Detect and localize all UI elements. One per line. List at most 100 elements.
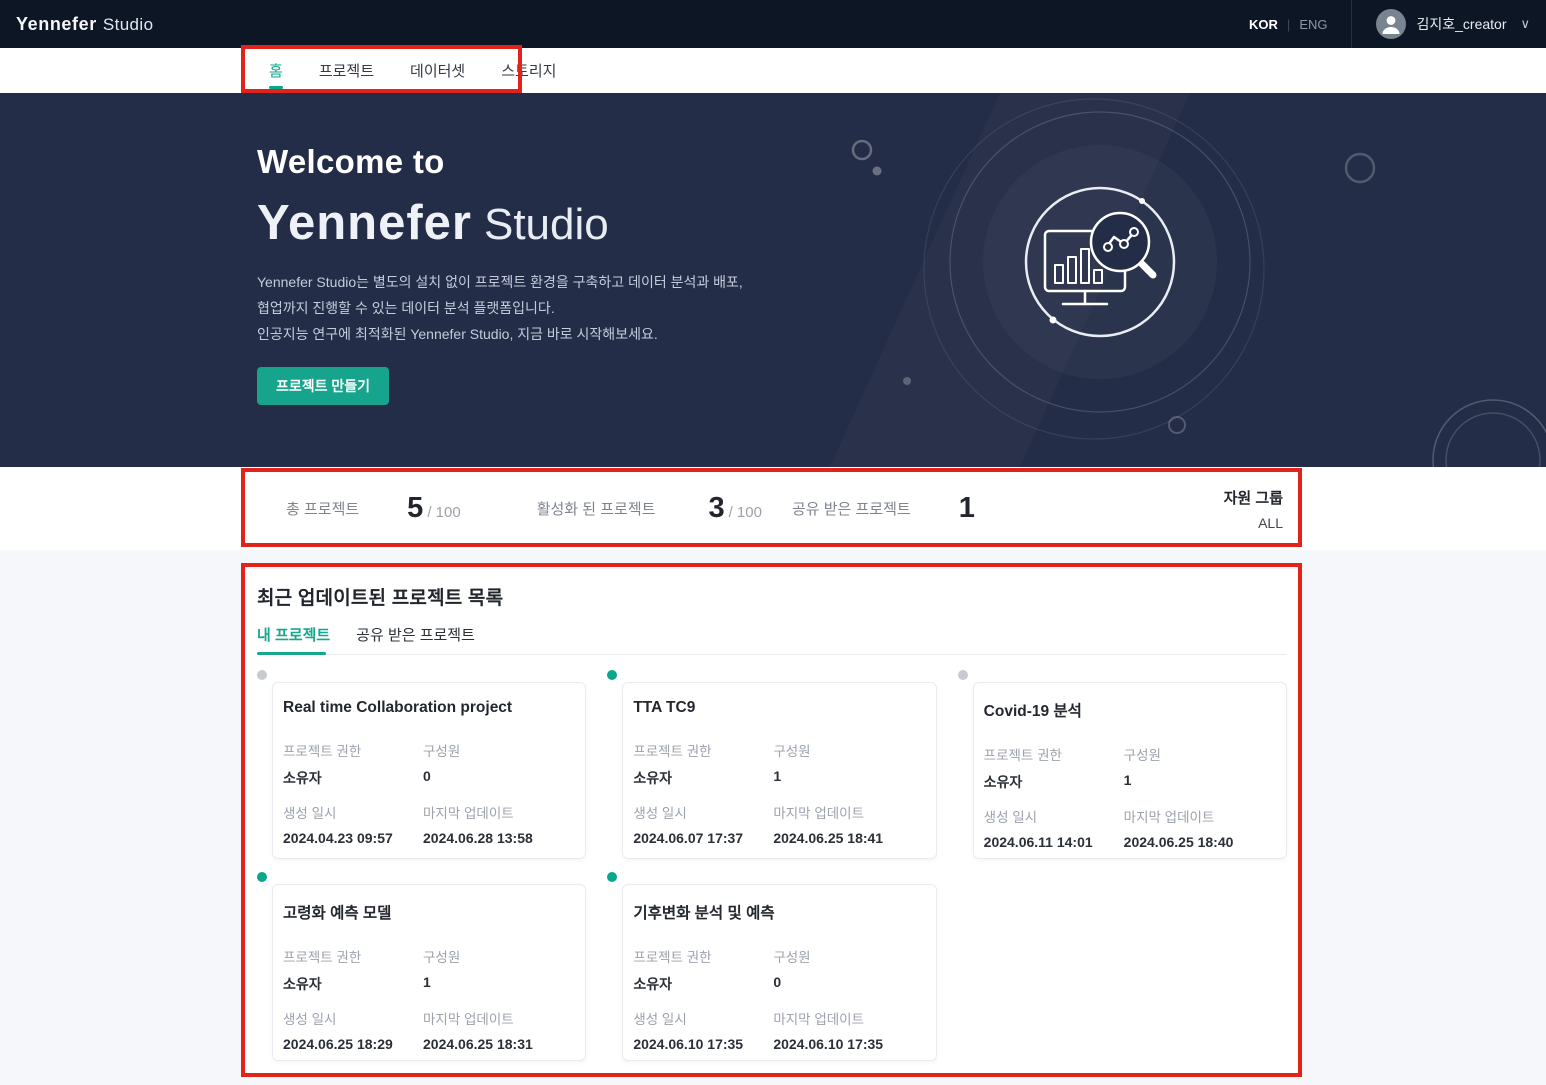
shared-projects-count: 1 (959, 494, 975, 523)
user-avatar-icon (1376, 9, 1406, 39)
created-value: 2024.06.10 17:35 (633, 1036, 773, 1052)
shared-projects-label: 공유 받은 프로젝트 (792, 498, 911, 519)
language-switcher: KOR | ENG (1249, 17, 1327, 32)
project-status-dot (607, 872, 617, 882)
person-icon (1376, 9, 1406, 39)
project-title: TTA TC9 (633, 699, 923, 717)
members-label: 구성원 (773, 946, 923, 966)
app-logo-secondary: Studio (103, 15, 154, 34)
members-label: 구성원 (773, 740, 923, 760)
tab-projects[interactable]: 프로젝트 (319, 48, 374, 93)
project-stats-band: 총 프로젝트 5 / 100 활성화 된 프로젝트 3 / 100 공유 받은 … (0, 467, 1546, 550)
total-projects-count: 5 (407, 494, 423, 523)
monitor-chart-magnifier-icon (0, 93, 1546, 467)
project-card[interactable]: Real time Collaboration project 프로젝트 권한 … (272, 682, 586, 859)
project-card[interactable]: 고령화 예측 모델 프로젝트 권한 구성원 소유자 1 생성 일시 마지막 업데… (272, 884, 586, 1061)
app-logo-primary: Yennefer (16, 14, 97, 34)
updated-value: 2024.06.10 17:35 (773, 1036, 923, 1052)
project-title: 고령화 예측 모델 (283, 901, 573, 923)
members-label: 구성원 (423, 946, 573, 966)
hero-welcome-text: Welcome to (257, 143, 743, 181)
tab-my-projects[interactable]: 내 프로젝트 (257, 624, 330, 654)
total-projects-value: 5 / 100 (407, 494, 461, 523)
total-projects-limit: / 100 (427, 503, 460, 523)
permission-label: 프로젝트 권한 (283, 946, 423, 966)
active-projects-value: 3 / 100 (708, 494, 762, 523)
lang-eng-button[interactable]: ENG (1299, 17, 1327, 32)
project-status-dot (257, 872, 267, 882)
hero-description-line: Yennefer Studio는 별도의 설치 없이 프로젝트 환경을 구축하고… (257, 269, 743, 295)
project-card[interactable]: 기후변화 분석 및 예측 프로젝트 권한 구성원 소유자 0 생성 일시 마지막… (622, 884, 936, 1061)
members-value: 1 (423, 974, 573, 994)
project-status-dot (607, 670, 617, 680)
members-value: 0 (773, 974, 923, 994)
created-value: 2024.06.25 18:29 (283, 1036, 423, 1052)
hero-logo: YenneferStudio (257, 195, 743, 251)
hero-description-line: 인공지능 연구에 최적화된 Yennefer Studio, 지금 바로 시작해… (257, 321, 743, 347)
created-label: 생성 일시 (633, 1008, 773, 1028)
project-card-wrapper: TTA TC9 프로젝트 권한 구성원 소유자 1 생성 일시 마지막 업데이트… (607, 669, 936, 859)
project-card-grid: Real time Collaboration project 프로젝트 권한 … (257, 669, 1287, 1061)
app-logo[interactable]: Yennefer Studio (16, 14, 153, 35)
permission-label: 프로젝트 권한 (633, 740, 773, 760)
updated-label: 마지막 업데이트 (773, 1008, 923, 1028)
resource-group: 자원 그룹 ALL (1224, 487, 1283, 531)
updated-value: 2024.06.25 18:41 (773, 830, 923, 846)
members-label: 구성원 (423, 740, 573, 760)
updated-label: 마지막 업데이트 (423, 802, 573, 822)
user-menu[interactable]: 김지호_creator ∨ (1352, 9, 1546, 39)
project-card[interactable]: Covid-19 분석 프로젝트 권한 구성원 소유자 1 생성 일시 마지막 … (973, 682, 1287, 859)
created-value: 2024.06.11 14:01 (984, 834, 1124, 850)
project-title: 기후변화 분석 및 예측 (633, 901, 923, 923)
created-value: 2024.04.23 09:57 (283, 830, 423, 846)
project-title: Covid-19 분석 (984, 699, 1274, 721)
created-value: 2024.06.07 17:37 (633, 830, 773, 846)
recent-projects-panel: 최근 업데이트된 프로젝트 목록 내 프로젝트 공유 받은 프로젝트 Real … (247, 569, 1299, 1074)
updated-label: 마지막 업데이트 (423, 1008, 573, 1028)
created-label: 생성 일시 (984, 806, 1124, 826)
members-value: 1 (773, 768, 923, 788)
project-card-wrapper: 기후변화 분석 및 예측 프로젝트 권한 구성원 소유자 0 생성 일시 마지막… (607, 871, 936, 1061)
hero-logo-primary: Yennefer (257, 196, 472, 250)
permission-label: 프로젝트 권한 (984, 744, 1124, 764)
project-list-tabs: 내 프로젝트 공유 받은 프로젝트 (257, 624, 1287, 655)
hero-description: Yennefer Studio는 별도의 설치 없이 프로젝트 환경을 구축하고… (257, 269, 743, 347)
members-label: 구성원 (1124, 744, 1274, 764)
members-value: 1 (1124, 772, 1274, 792)
username-label: 김지호_creator (1416, 14, 1506, 34)
active-projects-limit: / 100 (729, 503, 762, 523)
updated-value: 2024.06.25 18:40 (1124, 834, 1274, 850)
permission-value: 소유자 (633, 974, 773, 994)
lang-kor-button[interactable]: KOR (1249, 17, 1278, 32)
members-value: 0 (423, 768, 573, 788)
resource-group-value: ALL (1224, 515, 1283, 531)
updated-value: 2024.06.28 13:58 (423, 830, 573, 846)
tab-storage[interactable]: 스토리지 (501, 48, 556, 93)
created-label: 생성 일시 (283, 802, 423, 822)
hero-banner: Welcome to YenneferStudio Yennefer Studi… (0, 93, 1546, 467)
create-project-button[interactable]: 프로젝트 만들기 (257, 367, 389, 405)
active-projects-count: 3 (708, 494, 724, 523)
permission-value: 소유자 (283, 768, 423, 788)
project-card-wrapper: Covid-19 분석 프로젝트 권한 구성원 소유자 1 생성 일시 마지막 … (958, 669, 1287, 859)
permission-label: 프로젝트 권한 (633, 946, 773, 966)
top-navbar: Yennefer Studio KOR | ENG 김지호_creator ∨ (0, 0, 1546, 48)
updated-label: 마지막 업데이트 (773, 802, 923, 822)
project-card[interactable]: TTA TC9 프로젝트 권한 구성원 소유자 1 생성 일시 마지막 업데이트… (622, 682, 936, 859)
resource-group-label: 자원 그룹 (1224, 487, 1283, 508)
project-card-wrapper: Real time Collaboration project 프로젝트 권한 … (257, 669, 586, 859)
project-title: Real time Collaboration project (283, 699, 573, 717)
project-card-wrapper: 고령화 예측 모델 프로젝트 권한 구성원 소유자 1 생성 일시 마지막 업데… (257, 871, 586, 1061)
total-projects-label: 총 프로젝트 (286, 498, 359, 519)
hero-content: Welcome to YenneferStudio Yennefer Studi… (257, 143, 743, 405)
main-nav-tabs: 홈 프로젝트 데이터셋 스토리지 (0, 48, 1546, 93)
hero-logo-secondary: Studio (484, 200, 609, 249)
updated-value: 2024.06.25 18:31 (423, 1036, 573, 1052)
shared-projects-value: 1 (959, 494, 979, 523)
project-status-dot (958, 670, 968, 680)
tab-home[interactable]: 홈 (269, 48, 283, 93)
active-projects-label: 활성화 된 프로젝트 (537, 498, 656, 519)
tab-shared-projects[interactable]: 공유 받은 프로젝트 (356, 624, 475, 654)
tab-datasets[interactable]: 데이터셋 (410, 48, 465, 93)
permission-value: 소유자 (984, 772, 1124, 792)
